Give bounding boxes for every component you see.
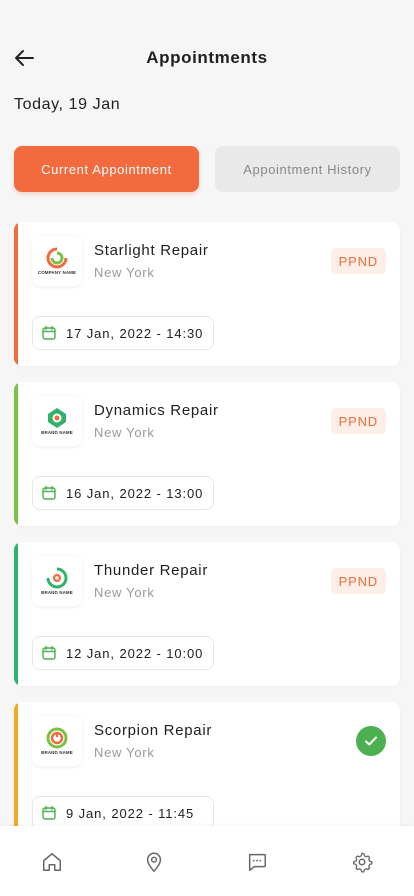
card-accent-bar: [14, 382, 18, 526]
logo-caption: BRAND NAME: [41, 750, 73, 756]
card-accent-bar: [14, 222, 18, 366]
appointment-card[interactable]: COMPANY NAME Starlight Repair New York P…: [14, 222, 400, 366]
calendar-icon: [42, 485, 56, 500]
company-logo: COMPANY NAME: [32, 236, 82, 286]
appointment-card[interactable]: BRAND NAME Thunder Repair New York PPND …: [14, 542, 400, 686]
appointment-datetime-chip: 12 Jan, 2022 - 10:00: [32, 636, 214, 670]
status-badge: PPND: [330, 568, 386, 594]
appointment-datetime: 9 Jan, 2022 - 11:45: [66, 805, 195, 821]
company-city: New York: [94, 585, 155, 600]
bottom-navigation: [0, 826, 414, 896]
company-logo: BRAND NAME: [32, 716, 82, 766]
appointment-datetime: 16 Jan, 2022 - 13:00: [66, 485, 204, 501]
card-accent-bar: [14, 702, 18, 846]
logo-caption: COMPANY NAME: [37, 270, 77, 276]
company-logo-icon: [46, 247, 68, 269]
company-logo-icon: [46, 567, 68, 589]
status-badge: PPND: [330, 408, 386, 434]
tab-current-appointment[interactable]: Current Appointment: [14, 146, 199, 192]
company-city: New York: [94, 265, 155, 280]
calendar-icon: [42, 325, 56, 340]
calendar-icon: [42, 645, 56, 660]
company-city: New York: [94, 745, 155, 760]
appointment-datetime: 17 Jan, 2022 - 14:30: [66, 325, 204, 341]
appointments-screen: Appointments Today, 19 Jan Current Appoi…: [0, 0, 414, 896]
completed-check-icon: [356, 726, 386, 756]
appointment-datetime-chip: 9 Jan, 2022 - 11:45: [32, 796, 214, 830]
chat-icon[interactable]: [245, 850, 269, 874]
tab-appointment-history[interactable]: Appointment History: [215, 146, 400, 192]
location-pin-icon[interactable]: [142, 850, 166, 874]
gear-icon[interactable]: [350, 850, 374, 874]
appointment-card[interactable]: BRAND NAME Scorpion Repair New York 9 Ja…: [14, 702, 400, 846]
appointment-tabs: Current Appointment Appointment History: [14, 146, 400, 192]
appointment-datetime: 12 Jan, 2022 - 10:00: [66, 645, 204, 661]
logo-caption: BRAND NAME: [41, 430, 73, 436]
appointment-card[interactable]: BRAND NAME Dynamics Repair New York PPND…: [14, 382, 400, 526]
company-city: New York: [94, 425, 155, 440]
status-badge: PPND: [330, 248, 386, 274]
appointment-datetime-chip: 16 Jan, 2022 - 13:00: [32, 476, 214, 510]
company-logo-icon: [48, 408, 66, 429]
card-accent-bar: [14, 542, 18, 686]
logo-caption: BRAND NAME: [41, 590, 73, 596]
header: Appointments: [0, 40, 414, 76]
company-logo: BRAND NAME: [32, 396, 82, 446]
page-title: Appointments: [146, 48, 268, 67]
company-logo: BRAND NAME: [32, 556, 82, 606]
company-name: Starlight Repair: [94, 242, 209, 259]
company-name: Scorpion Repair: [94, 722, 213, 739]
home-icon[interactable]: [40, 850, 64, 874]
appointment-datetime-chip: 17 Jan, 2022 - 14:30: [32, 316, 214, 350]
today-date: Today, 19 Jan: [14, 96, 121, 113]
calendar-icon: [42, 805, 56, 820]
company-name: Dynamics Repair: [94, 402, 219, 419]
company-logo-icon: [46, 727, 68, 749]
company-name: Thunder Repair: [94, 562, 209, 579]
